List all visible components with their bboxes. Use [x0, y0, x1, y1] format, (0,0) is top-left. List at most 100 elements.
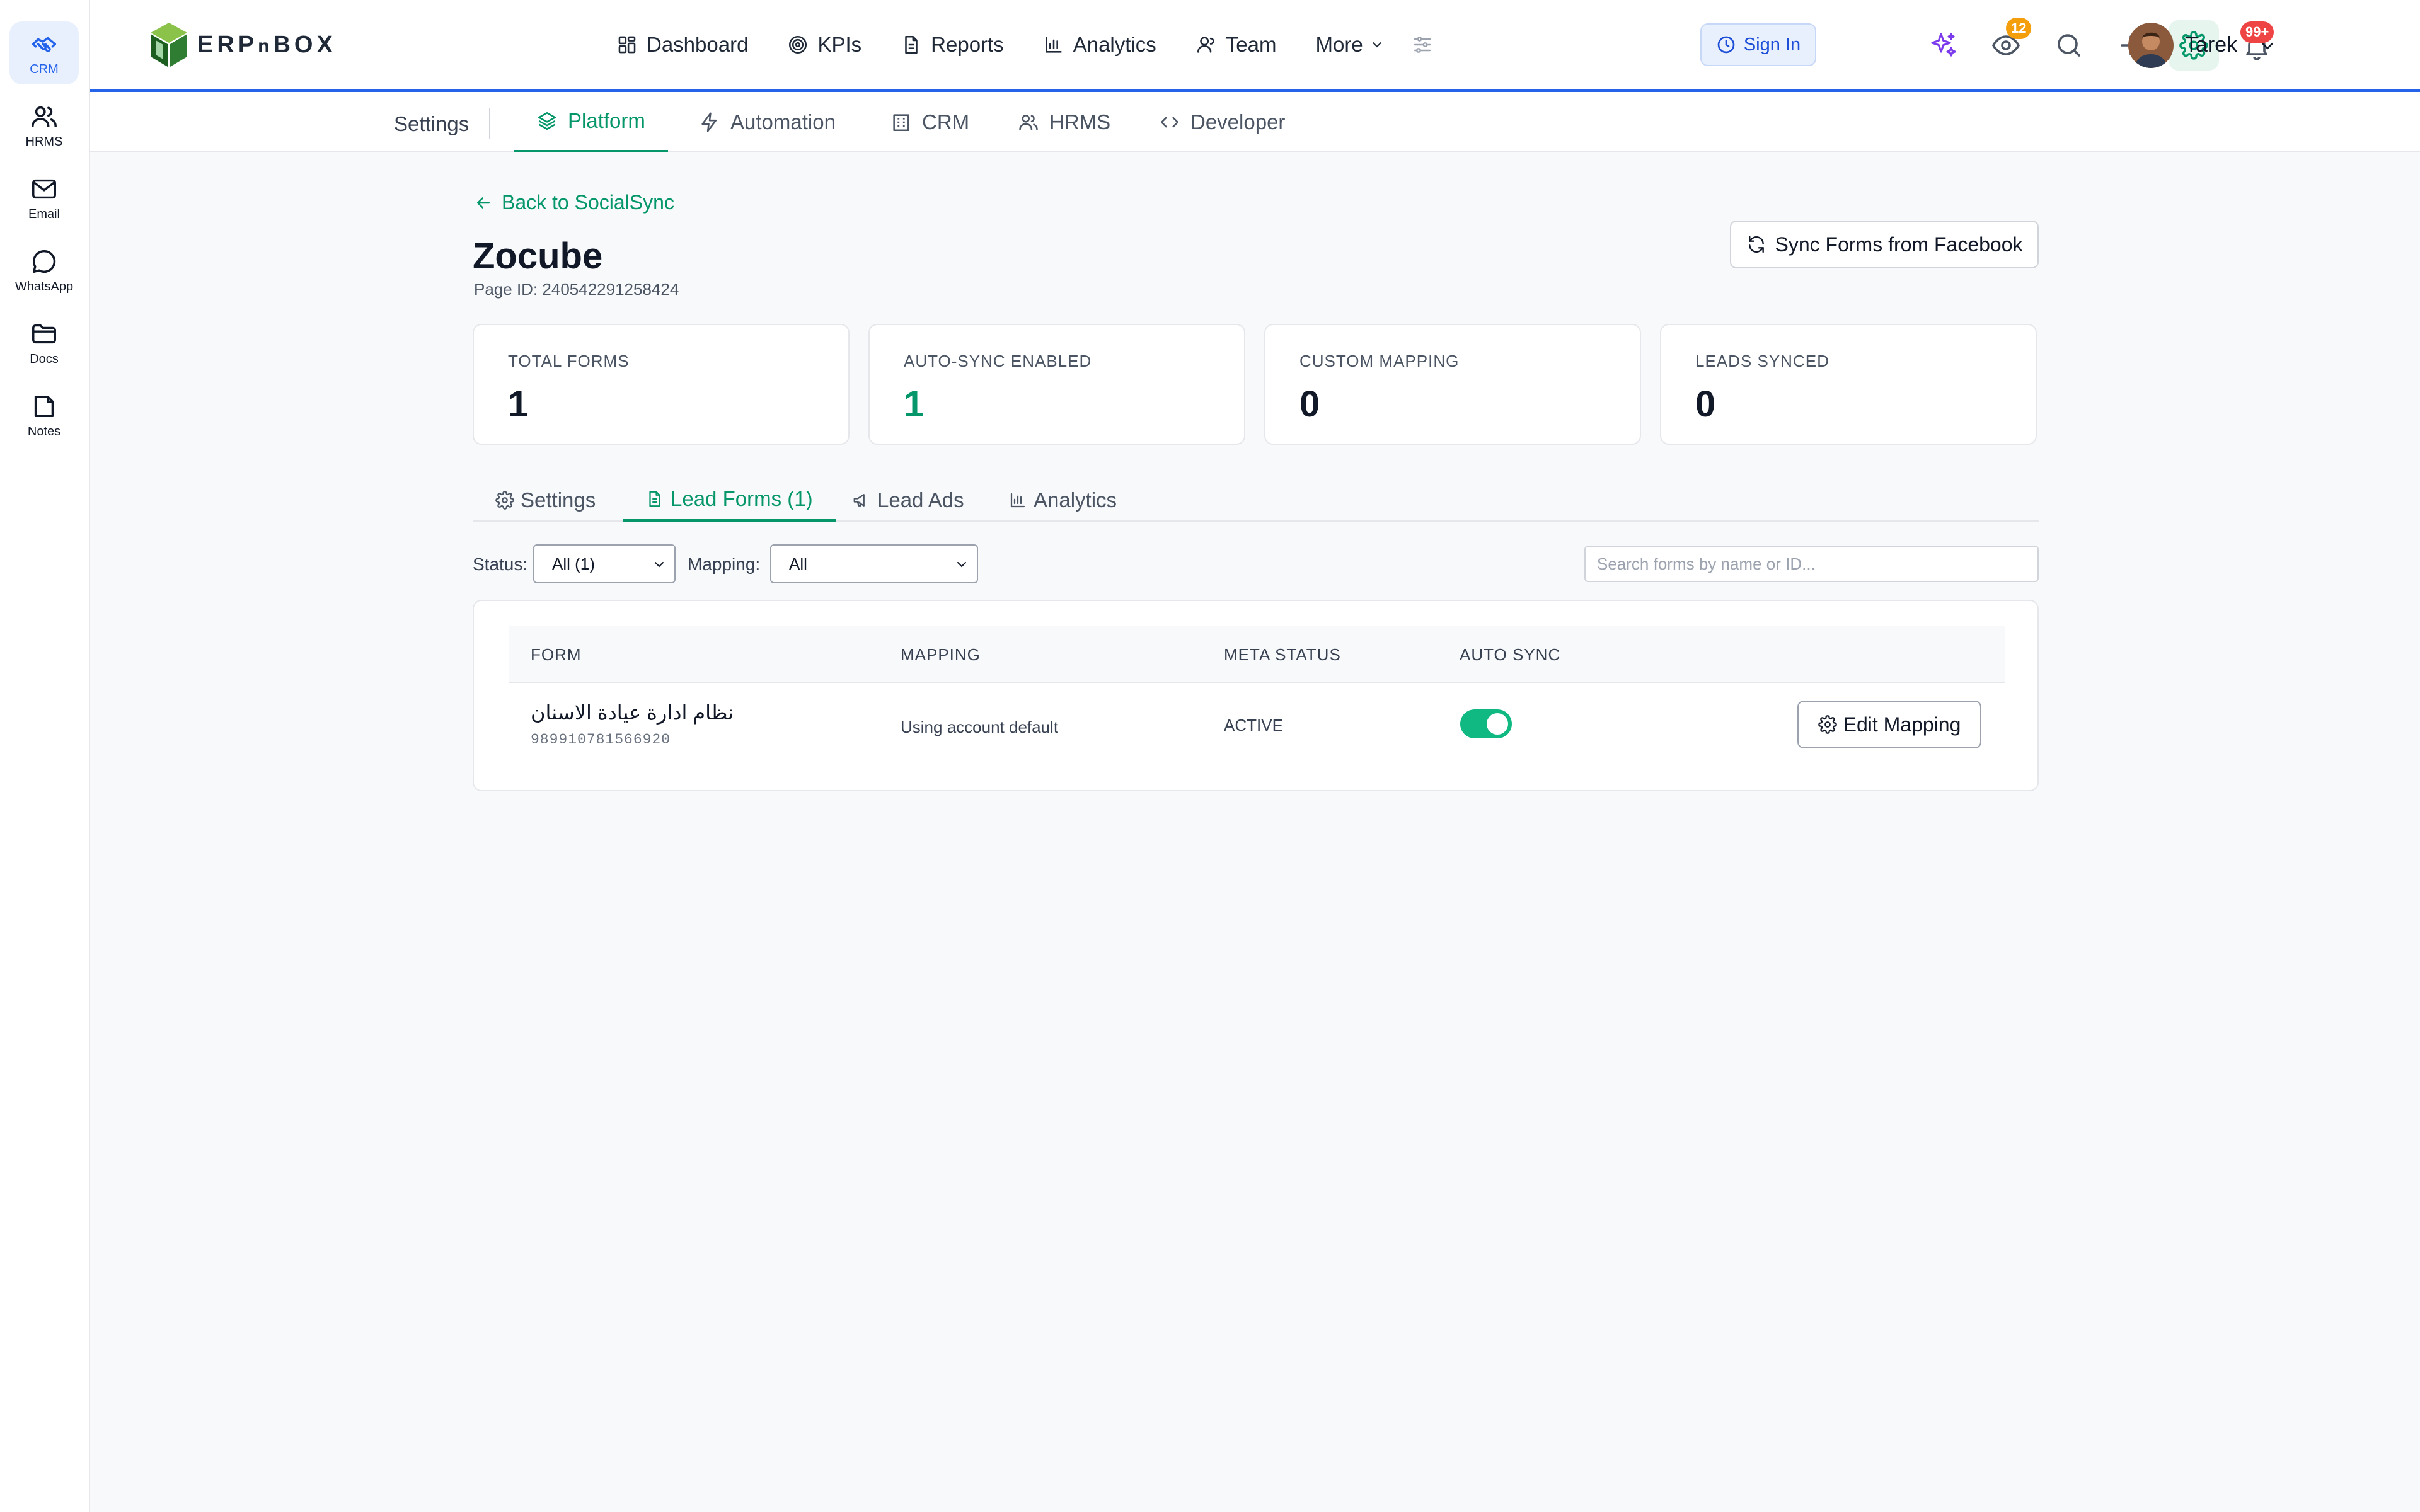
lead-forms-table: FORM MAPPING META STATUS AUTO SYNC نظام …: [473, 600, 2039, 791]
nav-team[interactable]: Team: [1196, 33, 1277, 57]
page-id: Page ID: 240542291258424: [474, 280, 679, 299]
sub-nav-platform[interactable]: Platform: [514, 92, 668, 152]
nav-kpis[interactable]: KPIs: [787, 33, 861, 57]
stat-caption: CUSTOM MAPPING: [1299, 352, 1460, 370]
nav-analytics[interactable]: Analytics: [1043, 33, 1156, 57]
bar-chart-icon: [1043, 34, 1064, 55]
users-icon: [1018, 112, 1039, 133]
nav-label: Team: [1225, 33, 1277, 56]
watch-count-badge: 12: [2006, 18, 2032, 39]
settings-sub-nav: Settings Platform Automation CRM HRMS De…: [90, 92, 2420, 152]
tab-label: Analytics: [1034, 488, 1117, 512]
dashboard-icon: [616, 34, 638, 55]
rail-label: CRM: [30, 62, 59, 76]
sub-nav-label: CRM: [922, 110, 970, 134]
table-header: FORM MAPPING META STATUS AUTO SYNC: [509, 626, 2005, 683]
form-name: نظام ادارة عيادة الاسنان: [531, 701, 734, 724]
logo-text: BOX: [273, 31, 337, 58]
sub-nav-hrms[interactable]: HRMS: [1018, 92, 1110, 152]
nav-reports[interactable]: Reports: [901, 33, 1004, 57]
search-forms-input[interactable]: [1584, 546, 2039, 582]
chevron-down-icon: [1369, 37, 1385, 52]
stat-card-leads-synced: LEADS SYNCED 0: [1660, 324, 2037, 445]
divider: [489, 108, 490, 139]
mapping-filter-select[interactable]: All: [770, 544, 978, 583]
search-icon[interactable]: [2054, 30, 2084, 60]
sparkle-icon[interactable]: [1928, 30, 1959, 60]
note-icon: [30, 392, 59, 421]
back-link[interactable]: Back to SocialSync: [474, 191, 674, 214]
column-header-form: FORM: [531, 645, 582, 664]
stat-caption: LEADS SYNCED: [1695, 352, 1829, 370]
target-icon: [787, 34, 809, 55]
tab-lead-ads[interactable]: Lead Ads: [852, 479, 964, 522]
nav-dashboard[interactable]: Dashboard: [616, 33, 748, 57]
users-icon: [30, 102, 59, 131]
rail-item-hrms[interactable]: HRMS: [9, 94, 79, 157]
column-header-mapping: MAPPING: [901, 645, 981, 664]
tab-settings[interactable]: Settings: [495, 479, 596, 522]
user-icon: [1196, 34, 1217, 55]
mapping-value: Using account default: [901, 718, 1059, 736]
toggle-knob: [1487, 713, 1508, 735]
stat-card-auto-sync: AUTO-SYNC ENABLED 1: [868, 324, 1245, 445]
user-name[interactable]: Tarek: [2185, 33, 2237, 57]
sub-nav-settings[interactable]: Settings: [394, 112, 469, 136]
gear-icon: [495, 491, 514, 510]
chevron-down-icon: [652, 557, 667, 572]
stat-card-custom-mapping: CUSTOM MAPPING 0: [1264, 324, 1641, 445]
bolt-icon: [699, 112, 720, 133]
code-icon: [1159, 112, 1180, 133]
edit-mapping-button[interactable]: Edit Mapping: [1797, 701, 1981, 748]
sub-nav-crm[interactable]: CRM: [890, 92, 969, 152]
rail-item-notes[interactable]: Notes: [9, 384, 79, 447]
folder-icon: [30, 319, 59, 348]
document-icon: [645, 490, 664, 508]
bar-chart-icon: [1008, 491, 1027, 510]
rail-item-docs[interactable]: Docs: [9, 311, 79, 374]
rail-label: Notes: [27, 424, 61, 438]
sub-nav-automation[interactable]: Automation: [699, 92, 836, 152]
chevron-down-icon[interactable]: [2258, 37, 2277, 55]
rail-item-whatsapp[interactable]: WhatsApp: [9, 239, 79, 302]
sliders-icon[interactable]: [1411, 33, 1434, 56]
nav-label: More: [1315, 33, 1363, 56]
status-filter-select[interactable]: All (1): [533, 544, 676, 583]
rail-item-crm[interactable]: CRM: [9, 21, 79, 84]
mapping-filter-value: All: [789, 554, 807, 573]
logo-text: n: [258, 35, 274, 57]
rail-label: HRMS: [25, 134, 63, 149]
mail-icon: [30, 175, 59, 203]
layers-icon: [536, 110, 558, 132]
sign-in-button[interactable]: Sign In: [1700, 23, 1816, 66]
refresh-icon: [1746, 234, 1766, 255]
tab-lead-forms[interactable]: Lead Forms (1): [623, 479, 836, 522]
stat-card-total-forms: TOTAL FORMS 1: [473, 324, 850, 445]
tab-analytics[interactable]: Analytics: [1008, 479, 1117, 522]
clock-icon: [1716, 35, 1736, 55]
nav-more[interactable]: More: [1315, 33, 1384, 57]
sign-in-label: Sign In: [1743, 34, 1801, 55]
rail-label: WhatsApp: [14, 279, 74, 294]
chevron-down-icon: [954, 557, 969, 572]
stat-value: 1: [904, 384, 925, 425]
building-icon: [890, 112, 912, 133]
top-bar: ERPnBOX Dashboard KPIs Reports Analytics: [90, 0, 2420, 92]
top-nav: Dashboard KPIs Reports Analytics Team Mo…: [616, 0, 1434, 89]
megaphone-icon: [852, 491, 871, 510]
logo-cube-icon: [151, 23, 187, 67]
nav-label: Dashboard: [647, 33, 749, 56]
stat-value: 0: [1695, 384, 1716, 425]
auto-sync-toggle[interactable]: [1460, 709, 1512, 738]
edit-mapping-label: Edit Mapping: [1843, 713, 1961, 736]
sub-nav-label: Platform: [568, 109, 645, 132]
column-header-meta-status: META STATUS: [1224, 645, 1341, 664]
avatar[interactable]: [2128, 23, 2174, 68]
sub-nav-developer[interactable]: Developer: [1159, 92, 1285, 152]
column-header-auto-sync: AUTO SYNC: [1460, 645, 1561, 664]
rail-item-email[interactable]: Email: [9, 166, 79, 229]
sync-forms-button[interactable]: Sync Forms from Facebook: [1730, 220, 2039, 268]
form-id: 989910781566920: [531, 731, 671, 748]
logo-text: ERP: [197, 31, 258, 58]
erpnbox-logo[interactable]: ERPnBOX: [147, 20, 337, 69]
